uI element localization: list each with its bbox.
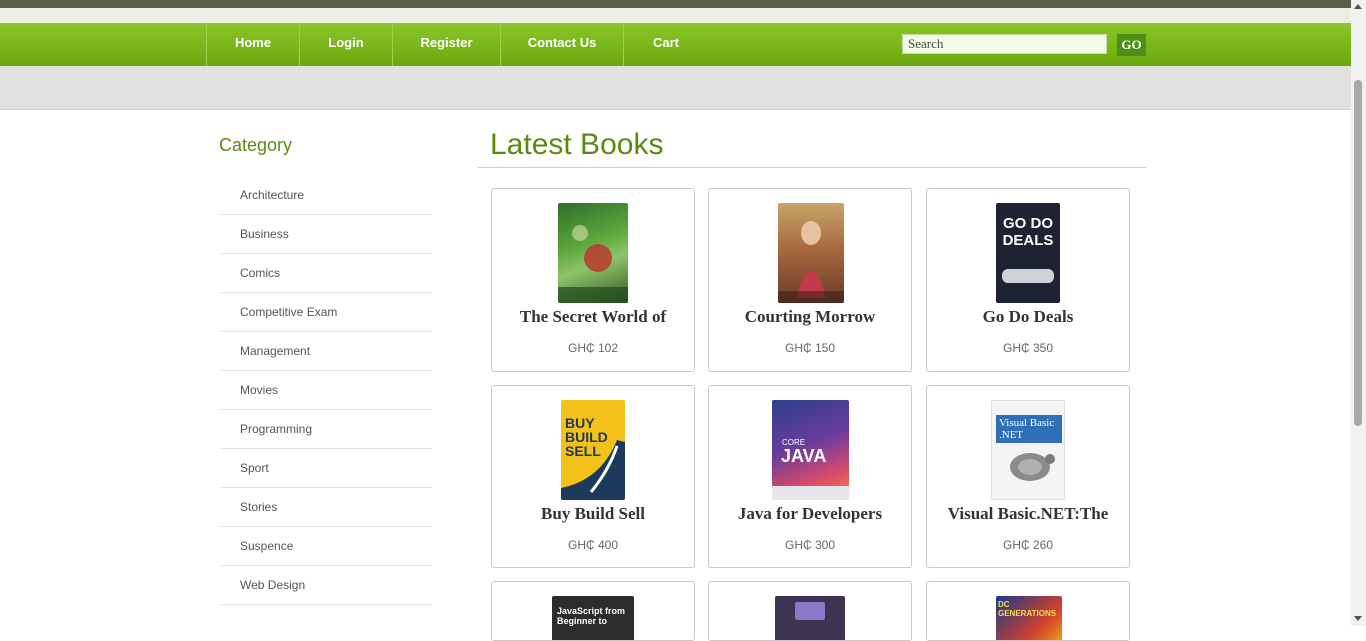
- book-title[interactable]: Go Do Deals: [927, 307, 1129, 327]
- cover-title-text: GO DO DEALS: [1002, 215, 1054, 249]
- book-card[interactable]: BUY BUILD SELL Buy Build Sell GH₵ 400: [491, 385, 695, 568]
- go-button[interactable]: GO: [1117, 34, 1146, 56]
- book-price: GH₵ 260: [1002, 538, 1054, 552]
- nav-home[interactable]: Home: [206, 23, 299, 66]
- cover-art: [558, 225, 628, 303]
- page-scrollbar[interactable]: [1351, 0, 1366, 626]
- nav-bar: Home Login Register Contact Us Cart GO: [0, 23, 1351, 67]
- book-cover-image[interactable]: JavaScript from Beginner to: [552, 596, 634, 640]
- book-cover-image[interactable]: BUY BUILD SELL: [561, 400, 625, 500]
- cover-java-text: JAVA: [781, 446, 827, 466]
- book-card[interactable]: CORE JAVA Java for Developers GH₵ 300: [708, 385, 912, 568]
- banner-band: [0, 66, 1351, 110]
- latest-books-title: Latest Books: [490, 128, 664, 161]
- cover-handshake-graphic: [1002, 269, 1054, 283]
- cover-arrow-graphic: [561, 440, 625, 500]
- cover-turtle-graphic: [1010, 453, 1055, 481]
- nav-menu: Home Login Register Contact Us Cart: [206, 23, 708, 66]
- book-cover-image[interactable]: [778, 203, 844, 303]
- book-card[interactable]: GO DO DEALS Go Do Deals GH₵ 350: [926, 188, 1130, 372]
- book-card[interactable]: DC GENERATIONS: [926, 581, 1130, 641]
- category-item-programming[interactable]: Programming: [220, 410, 432, 449]
- book-title[interactable]: Java for Developers: [709, 504, 911, 524]
- book-cover-image[interactable]: DC GENERATIONS: [996, 596, 1062, 640]
- nav-cart[interactable]: Cart: [623, 23, 708, 66]
- book-card[interactable]: [708, 581, 912, 641]
- book-price: GH₵ 400: [567, 538, 619, 552]
- category-list: Architecture Business Comics Competitive…: [220, 176, 432, 605]
- book-title[interactable]: The Secret World of: [492, 307, 694, 327]
- book-price: GH₵ 350: [1002, 341, 1054, 355]
- book-card[interactable]: JavaScript from Beginner to: [491, 581, 695, 641]
- nav-login[interactable]: Login: [299, 23, 392, 66]
- search-input[interactable]: [902, 34, 1107, 54]
- book-title[interactable]: Buy Build Sell: [492, 504, 694, 524]
- cover-art: [778, 221, 844, 303]
- category-item-architecture[interactable]: Architecture: [220, 176, 432, 215]
- book-cover-image[interactable]: Visual Basic .NET: [991, 400, 1065, 500]
- book-card[interactable]: Visual Basic .NET Visual Basic.NET:The G…: [926, 385, 1130, 568]
- cover-title-text: DC GENERATIONS: [998, 600, 1057, 618]
- category-item-movies[interactable]: Movies: [220, 371, 432, 410]
- category-item-stories[interactable]: Stories: [220, 488, 432, 527]
- book-card[interactable]: Courting Morrow GH₵ 150: [708, 188, 912, 372]
- scrollbar-thumb[interactable]: [1354, 80, 1362, 426]
- cover-graphic: [795, 602, 825, 620]
- book-title[interactable]: Courting Morrow: [709, 307, 911, 327]
- book-price: GH₵ 300: [784, 538, 836, 552]
- nav-contact-us[interactable]: Contact Us: [500, 23, 623, 66]
- book-cover-image[interactable]: [558, 203, 628, 303]
- cover-footer-strip: [772, 486, 849, 500]
- category-title: Category: [219, 135, 293, 155]
- book-title[interactable]: Visual Basic.NET:The: [927, 504, 1129, 524]
- book-price: GH₵ 150: [784, 341, 836, 355]
- browser-top-strip: [0, 0, 1351, 8]
- book-cover-image[interactable]: GO DO DEALS: [996, 203, 1060, 303]
- book-card[interactable]: The Secret World of GH₵ 102: [491, 188, 695, 372]
- book-cover-image[interactable]: CORE JAVA: [772, 400, 849, 500]
- title-divider: [478, 167, 1146, 168]
- category-item-sport[interactable]: Sport: [220, 449, 432, 488]
- book-cover-image[interactable]: [775, 596, 845, 640]
- book-price: GH₵ 102: [567, 341, 619, 355]
- category-item-management[interactable]: Management: [220, 332, 432, 371]
- category-item-comics[interactable]: Comics: [220, 254, 432, 293]
- page-top-band: [0, 8, 1351, 23]
- category-item-business[interactable]: Business: [220, 215, 432, 254]
- scroll-up-arrow-icon[interactable]: [1354, 4, 1362, 9]
- cover-title-text: JavaScript from Beginner to: [557, 606, 626, 626]
- scroll-down-arrow-icon[interactable]: [1354, 616, 1362, 621]
- category-item-web-design[interactable]: Web Design: [220, 566, 432, 605]
- nav-register[interactable]: Register: [392, 23, 500, 66]
- category-item-competitive-exam[interactable]: Competitive Exam: [220, 293, 432, 332]
- category-item-suspence[interactable]: Suspence: [220, 527, 432, 566]
